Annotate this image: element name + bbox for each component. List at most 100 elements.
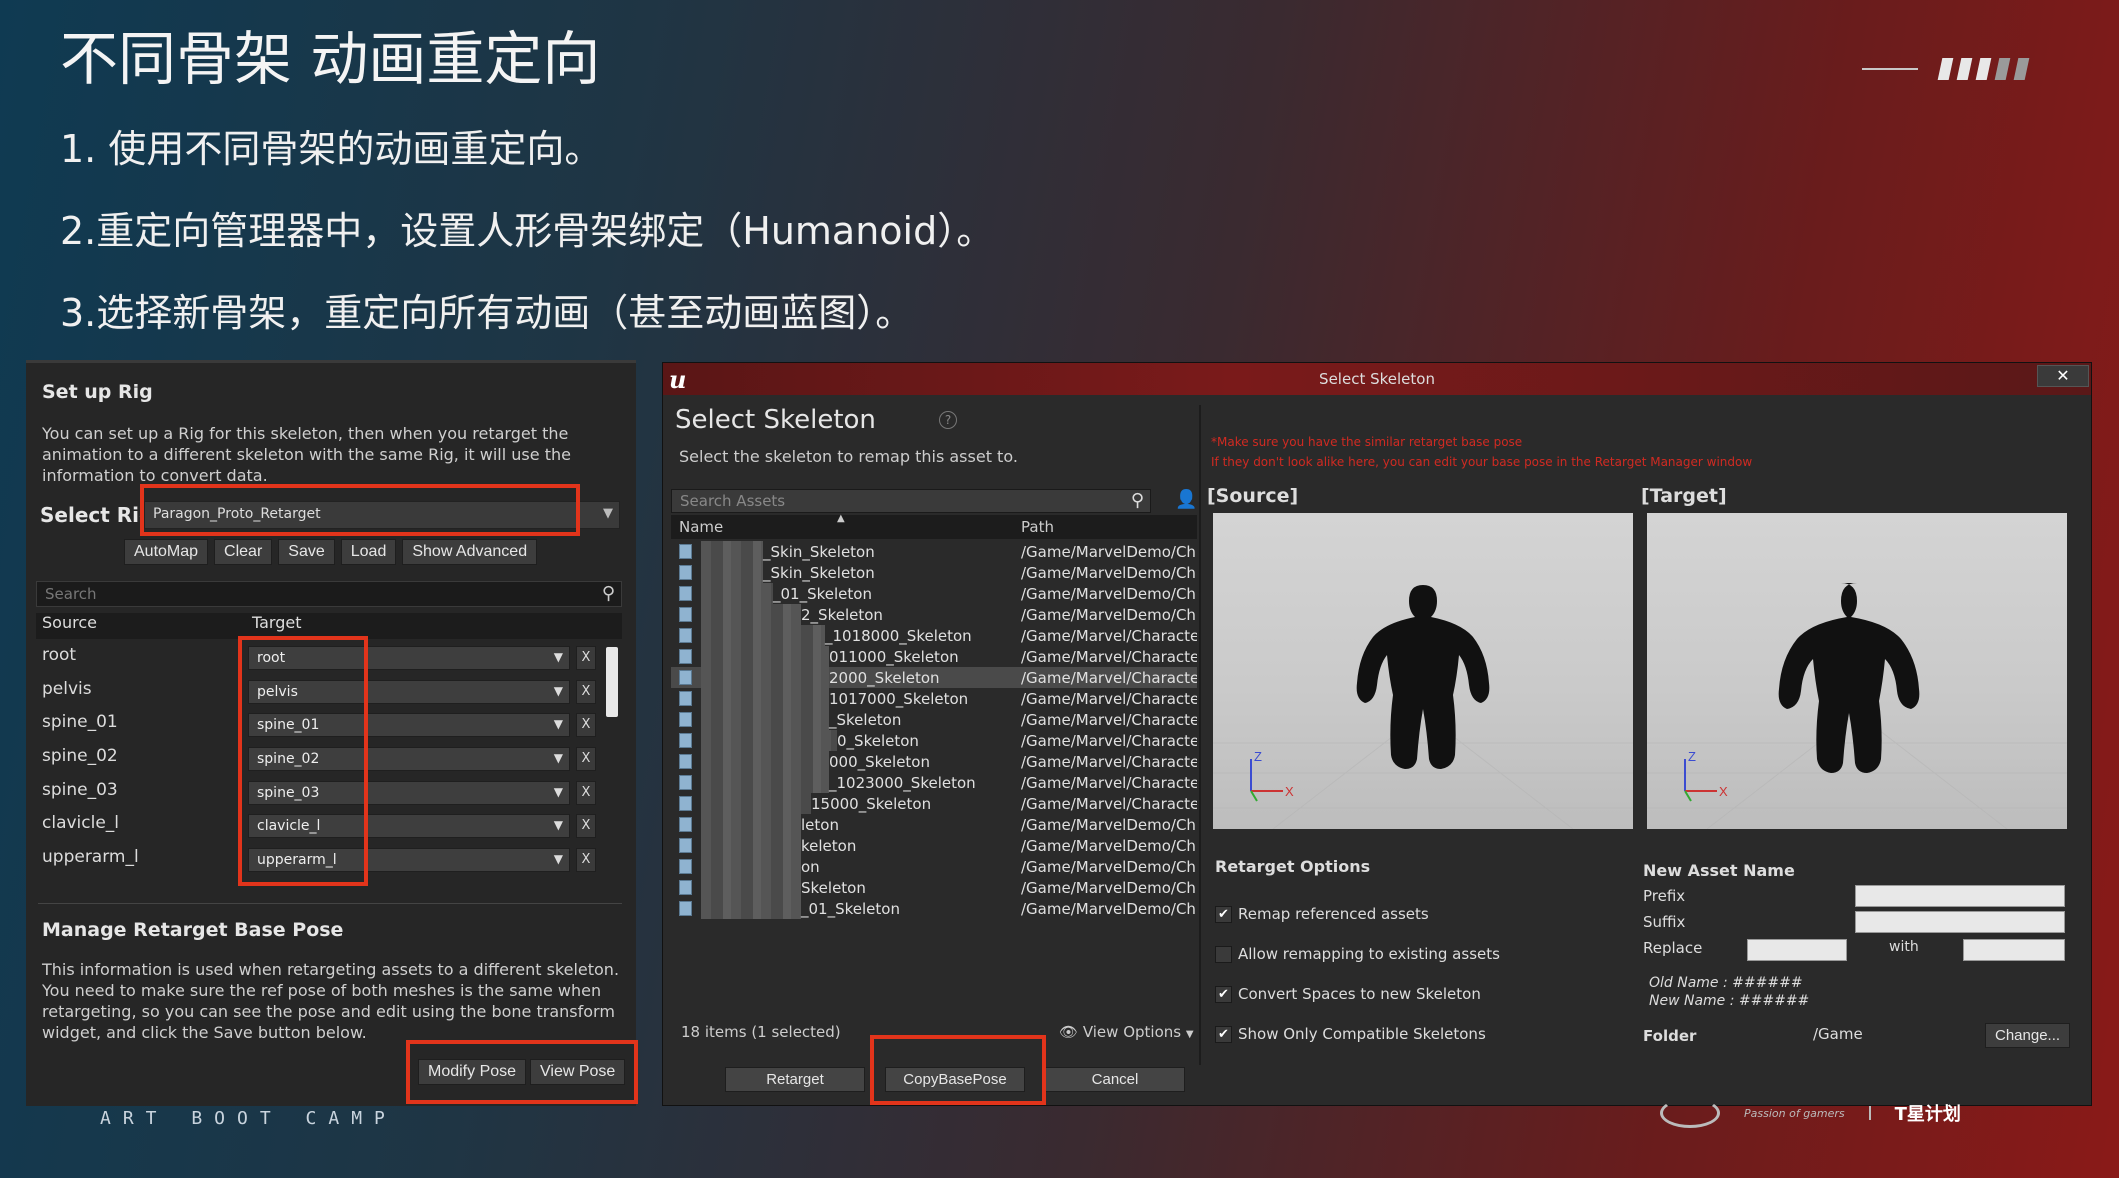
target-bone-dropdown[interactable]: spine_03 ▼ (248, 780, 570, 805)
modify-pose-button[interactable]: Modify Pose (418, 1059, 527, 1085)
show-advanced-button[interactable]: Show Advanced (402, 539, 538, 565)
asset-row[interactable]: _1018000_Skeleton/Game/Marvel/Characte (671, 625, 1197, 646)
skeleton-asset-icon (679, 859, 692, 874)
help-icon[interactable]: ? (939, 411, 957, 429)
asset-row[interactable]: 15000_Skeleton/Game/Marvel/Characte (671, 793, 1197, 814)
asset-name: 2_Skeleton (801, 606, 883, 624)
skeleton-asset-icon (679, 586, 692, 601)
close-icon[interactable]: ✕ (2037, 365, 2089, 387)
option-show-compatible[interactable]: ✔ Show Only Compatible Skeletons (1215, 1025, 1486, 1043)
search-assets-input[interactable]: Search Assets ⚲ (671, 489, 1151, 513)
asset-row[interactable]: leton/Game/MarvelDemo/Ch (671, 814, 1197, 835)
option-remap-referenced[interactable]: ✔ Remap referenced assets (1215, 905, 1429, 923)
clear-mapping-button[interactable]: X (576, 780, 596, 805)
source-bone: pelvis (42, 678, 92, 699)
load-button[interactable]: Load (340, 539, 397, 565)
asset-row[interactable]: 000_Skeleton/Game/Marvel/Characte (671, 751, 1197, 772)
rig-search-input[interactable]: Search ⚲ (36, 581, 622, 607)
target-bone-dropdown[interactable]: pelvis ▼ (248, 679, 570, 704)
target-bone: upperarm_l (257, 852, 337, 869)
checkbox[interactable]: ✔ (1215, 985, 1232, 1003)
source-preview: Z X (1213, 585, 1633, 829)
chevron-down-icon: ▼ (553, 751, 563, 766)
copy-base-pose-button[interactable]: CopyBasePose (885, 1067, 1025, 1092)
cancel-button[interactable]: Cancel (1045, 1067, 1185, 1092)
search-icon[interactable]: ⚲ (1131, 490, 1144, 511)
dialog-titlebar: u Select Skeleton ✕ (663, 363, 2091, 395)
blurred-name (701, 814, 801, 835)
blurred-name (701, 604, 801, 625)
asset-row[interactable]: 2_Skeleton/Game/MarvelDemo/Ch (671, 604, 1197, 625)
blurred-name (701, 667, 829, 688)
asset-row[interactable]: _Skin_Skeleton/Game/MarvelDemo/Ch (671, 562, 1197, 583)
asset-name: 000_Skeleton (829, 753, 930, 771)
name-column-header[interactable]: Name (679, 518, 723, 536)
asset-row-selected[interactable]: 2000_Skeleton/Game/Marvel/Characte (671, 667, 1197, 688)
view-pose-button[interactable]: View Pose (530, 1059, 626, 1085)
target-bone-dropdown[interactable]: upperarm_l ▼ (248, 848, 570, 873)
blurred-name (701, 730, 837, 751)
source-bone: spine_01 (42, 712, 118, 733)
asset-row[interactable]: _01_Skeleton/Game/MarvelDemo/Ch (671, 898, 1197, 919)
asset-row[interactable]: 1017000_Skeleton/Game/Marvel/Characte (671, 688, 1197, 709)
source-viewport[interactable]: Z X (1213, 513, 1633, 829)
deco-line (1862, 68, 1918, 70)
save-button[interactable]: Save (278, 539, 335, 565)
option-allow-remapping[interactable]: Allow remapping to existing assets (1215, 945, 1500, 963)
asset-row[interactable]: _Skin_Skeleton/Game/MarvelDemo/Ch (671, 541, 1197, 562)
target-bone-dropdown[interactable]: clavicle_l ▼ (248, 814, 570, 839)
clear-button[interactable]: Clear (214, 539, 273, 565)
clear-mapping-button[interactable]: X (576, 713, 596, 738)
clear-mapping-button[interactable]: X (576, 646, 596, 670)
asset-row[interactable]: _1023000_Skeleton/Game/Marvel/Characte (671, 772, 1197, 793)
bone-mapping-row: root root ▼ X (36, 641, 622, 675)
target-bone-dropdown[interactable]: root ▼ (248, 646, 570, 670)
target-bone-dropdown[interactable]: spine_01 ▼ (248, 713, 570, 738)
asset-row[interactable]: 0_Skeleton/Game/Marvel/Characte (671, 730, 1197, 751)
source-column-header: Source (42, 613, 97, 632)
clear-mapping-button[interactable]: X (576, 848, 596, 873)
asset-path: /Game/MarvelDemo/Ch (1021, 606, 1196, 624)
blurred-name (701, 562, 763, 583)
footer-brand: T星计划 (1894, 1104, 1961, 1125)
retarget-button[interactable]: Retarget (725, 1067, 865, 1092)
user-icon[interactable]: 👤 (1175, 489, 1197, 510)
asset-row[interactable]: keleton/Game/MarvelDemo/Ch (671, 835, 1197, 856)
option-convert-spaces[interactable]: ✔ Convert Spaces to new Skeleton (1215, 985, 1481, 1003)
suffix-input[interactable] (1855, 911, 2065, 933)
replace-input[interactable] (1747, 939, 1847, 961)
clear-mapping-button[interactable]: X (576, 814, 596, 839)
asset-row[interactable]: _Skeleton/Game/Marvel/Characte (671, 709, 1197, 730)
target-viewport[interactable]: Z X (1647, 513, 2067, 829)
asset-row[interactable]: 011000_Skeleton/Game/Marvel/Characte (671, 646, 1197, 667)
pane-splitter[interactable] (1199, 405, 1201, 1065)
automap-button[interactable]: AutoMap (124, 539, 209, 565)
setup-rig-panel: Set up Rig You can set up a Rig for this… (26, 360, 636, 1106)
old-name-text: Old Name : ###### (1649, 975, 1803, 991)
prefix-input[interactable] (1855, 885, 2065, 907)
option-label: Convert Spaces to new Skeleton (1238, 985, 1481, 1003)
select-rig-dropdown[interactable]: Paragon_Proto_Retarget ▼ (144, 501, 620, 529)
checkbox[interactable] (1215, 945, 1232, 963)
checkbox[interactable]: ✔ (1215, 1025, 1232, 1043)
mapping-scrollbar[interactable] (606, 647, 618, 717)
target-bone-dropdown[interactable]: spine_02 ▼ (248, 747, 570, 772)
asset-row[interactable]: Skeleton/Game/MarvelDemo/Ch (671, 877, 1197, 898)
bullet-3: 3.选择新骨架，重定向所有动画（甚至动画蓝图）。 (60, 291, 914, 335)
bullet-1: 1. 使用不同骨架的动画重定向。 (60, 127, 603, 171)
clear-mapping-button[interactable]: X (576, 679, 596, 704)
change-folder-button[interactable]: Change... (1985, 1023, 2071, 1048)
search-icon[interactable]: ⚲ (602, 583, 615, 604)
asset-row[interactable]: _01_Skeleton/Game/MarvelDemo/Ch (671, 583, 1197, 604)
checkbox[interactable]: ✔ (1215, 905, 1232, 923)
clear-mapping-button[interactable]: X (576, 747, 596, 772)
asset-row[interactable]: on/Game/MarvelDemo/Ch (671, 856, 1197, 877)
path-column-header[interactable]: Path (1021, 518, 1054, 536)
asset-name: 011000_Skeleton (829, 648, 959, 666)
with-input[interactable] (1963, 939, 2065, 961)
blurred-name (701, 835, 801, 856)
retarget-options-heading: Retarget Options (1215, 857, 1371, 876)
skeleton-asset-icon (679, 901, 692, 916)
source-bone: root (42, 645, 77, 665)
view-options-button[interactable]: 👁 View Options ▼ (1059, 1023, 1194, 1041)
